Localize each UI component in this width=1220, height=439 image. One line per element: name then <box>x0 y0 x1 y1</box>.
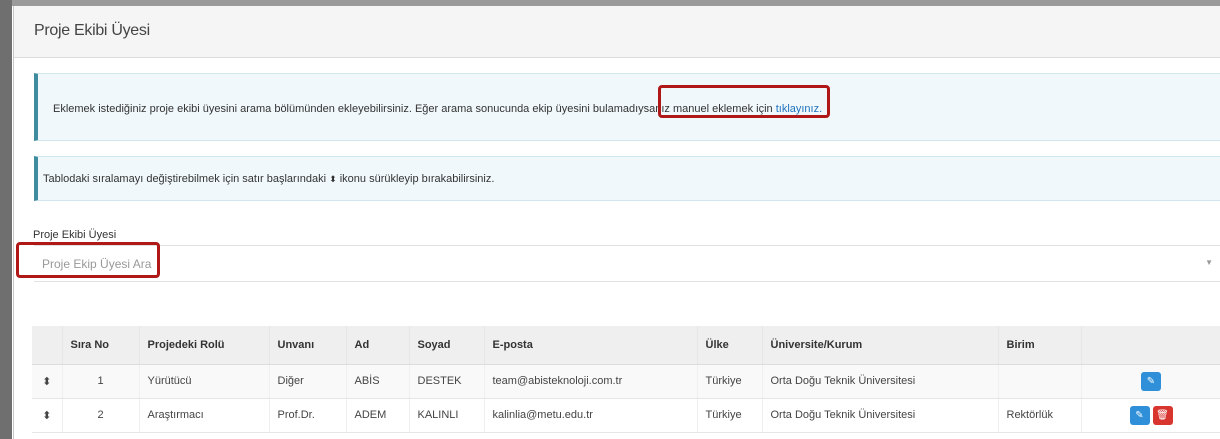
sort-handle-icon: ⬍ <box>329 174 337 184</box>
cell-soyad: DESTEK <box>409 364 485 399</box>
header-soyad[interactable]: Soyad <box>409 326 485 365</box>
header-ad[interactable]: Ad <box>346 326 410 365</box>
search-placeholder: Proje Ekip Üyesi Ara <box>42 257 152 271</box>
frame-left-edge <box>0 0 12 439</box>
edit-button[interactable]: ✎ <box>1141 371 1161 391</box>
caret-down-icon: ▼ <box>1205 258 1213 267</box>
table-row: ⬍ 1 Yürütücü Diğer ABİS DESTEK team@abis… <box>32 364 1220 399</box>
panel-heading: Proje Ekibi Üyesi <box>14 6 1220 58</box>
cell-eposta: kalinlia@metu.edu.tr <box>484 398 698 433</box>
edit-button[interactable]: ✎ <box>1129 405 1150 425</box>
trash-icon: 🗑 <box>1156 409 1169 421</box>
cell-birim: Rektörlük <box>998 398 1082 433</box>
cell-ulke: Türkiye <box>697 398 763 433</box>
header-actions <box>1081 326 1220 365</box>
cell-ulke: Türkiye <box>697 364 763 399</box>
drag-handle-icon[interactable]: ⬍ <box>32 364 63 399</box>
header-rol[interactable]: Projedeki Rolü <box>139 326 270 365</box>
team-members-table: Sıra No Projedeki Rolü Unvanı Ad Soyad E… <box>32 326 1220 433</box>
cell-sira-no: 1 <box>62 364 140 399</box>
cell-ad: ABİS <box>346 364 410 399</box>
app-frame: Proje Ekibi Üyesi Eklemek istediğiniz pr… <box>0 0 1220 439</box>
cell-kurum: Orta Doğu Teknik Üniversitesi <box>762 398 999 433</box>
manual-add-link[interactable]: tıklayınız. <box>776 103 822 115</box>
cell-unvan: Diğer <box>269 364 347 399</box>
sort-alert-message-end: ikonu sürükleyip bırakabilirsiniz. <box>336 173 495 185</box>
cell-soyad: KALINLI <box>409 398 485 433</box>
header-unvan[interactable]: Unvanı <box>269 326 347 365</box>
team-member-panel: Proje Ekibi Üyesi Eklemek istediğiniz pr… <box>13 6 1220 439</box>
info-alert: Eklemek istediğiniz proje ekibi üyesini … <box>34 73 1220 141</box>
info-alert-message: Eklemek istediğiniz proje ekibi üyesini … <box>53 103 776 115</box>
cell-rol: Yürütücü <box>139 364 270 399</box>
sort-alert-text: Tablodaki sıralamayı değiştirebilmek içi… <box>43 173 494 185</box>
delete-button[interactable]: 🗑 <box>1152 405 1173 425</box>
row-actions: ✎ <box>1081 364 1220 399</box>
team-member-search-select[interactable]: Proje Ekip Üyesi Ara ▼ <box>34 245 1220 282</box>
header-drag <box>32 326 63 365</box>
header-eposta[interactable]: E-posta <box>484 326 698 365</box>
header-birim[interactable]: Birim <box>998 326 1082 365</box>
header-ulke[interactable]: Ülke <box>697 326 763 365</box>
panel-title: Proje Ekibi Üyesi <box>34 22 150 39</box>
cell-ad: ADEM <box>346 398 410 433</box>
search-label: Proje Ekibi Üyesi <box>33 229 117 241</box>
cell-kurum: Orta Doğu Teknik Üniversitesi <box>762 364 999 399</box>
row-actions: ✎ 🗑 <box>1081 398 1220 433</box>
drag-handle-icon[interactable]: ⬍ <box>32 398 63 433</box>
table-row: ⬍ 2 Araştırmacı Prof.Dr. ADEM KALINLI ka… <box>32 398 1220 433</box>
cell-rol: Araştırmacı <box>139 398 270 433</box>
edit-icon: ✎ <box>1146 375 1156 387</box>
sort-alert: Tablodaki sıralamayı değiştirebilmek içi… <box>34 156 1220 201</box>
edit-icon: ✎ <box>1135 409 1144 421</box>
cell-eposta: team@abisteknoloji.com.tr <box>484 364 698 399</box>
header-sira-no[interactable]: Sıra No <box>62 326 140 365</box>
table-header-row: Sıra No Projedeki Rolü Unvanı Ad Soyad E… <box>32 326 1220 365</box>
cell-birim <box>998 364 1082 399</box>
info-alert-text: Eklemek istediğiniz proje ekibi üyesini … <box>53 103 822 115</box>
header-kurum[interactable]: Üniversite/Kurum <box>762 326 999 365</box>
cell-unvan: Prof.Dr. <box>269 398 347 433</box>
cell-sira-no: 2 <box>62 398 140 433</box>
sort-alert-message-start: Tablodaki sıralamayı değiştirebilmek içi… <box>43 173 330 185</box>
